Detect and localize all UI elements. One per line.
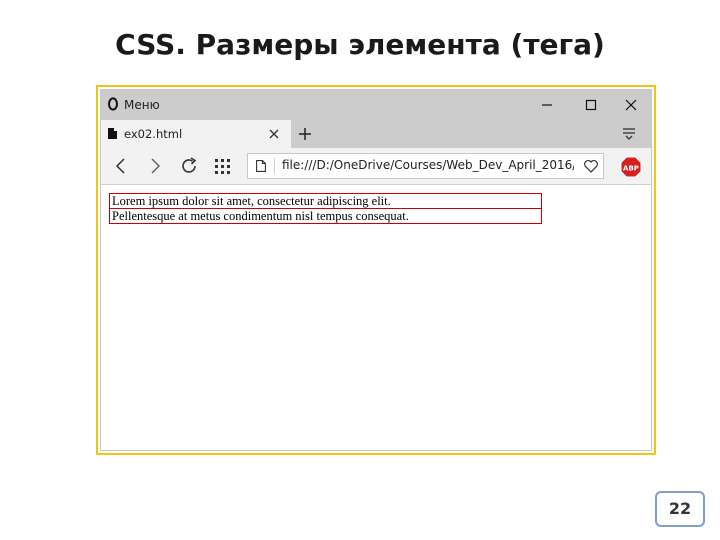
title-bar: Меню [101, 90, 651, 120]
page-content: Lorem ipsum dolor sit amet, consectetur … [101, 185, 651, 450]
address-separator [274, 158, 275, 174]
chevron-right-icon[interactable] [145, 156, 165, 176]
chevron-left-icon[interactable] [111, 156, 131, 176]
minimize-icon [542, 104, 552, 106]
browser-screenshot-frame: Меню ex02.html file:///D:/OneDrive/Cours… [96, 85, 656, 455]
close-window-button[interactable] [609, 90, 651, 120]
plus-icon[interactable] [297, 126, 313, 142]
browser-window: Меню ex02.html file:///D:/OneDrive/Cours… [100, 89, 652, 451]
paragraph-1: Lorem ipsum dolor sit amet, consectetur … [109, 193, 542, 209]
opera-logo-icon[interactable] [108, 97, 118, 111]
address-url[interactable]: file:///D:/OneDrive/Courses/Web_Dev_Apri… [282, 158, 574, 172]
tab-ex02[interactable]: ex02.html [101, 120, 291, 148]
paragraph-2: Pellentesque at metus condimentum nisl t… [109, 208, 542, 224]
minimize-button[interactable] [525, 90, 569, 120]
file-icon [108, 128, 117, 139]
page-icon[interactable] [256, 160, 266, 172]
menu-button[interactable]: Меню [124, 98, 160, 112]
tab-close-icon[interactable] [267, 127, 281, 141]
maximize-icon [585, 99, 597, 111]
tab-bar: ex02.html [101, 120, 651, 148]
tab-title: ex02.html [124, 127, 183, 141]
maximize-button[interactable] [569, 90, 613, 120]
close-icon [625, 99, 637, 111]
reload-icon[interactable] [179, 156, 199, 176]
navigation-toolbar: file:///D:/OneDrive/Courses/Web_Dev_Apri… [101, 148, 651, 185]
grid-icon[interactable] [213, 156, 233, 176]
page-number: 22 [655, 491, 705, 527]
adblock-badge-text: ABP [623, 165, 639, 173]
tab-menu-icon[interactable] [621, 127, 637, 141]
slide-title: CSS. Размеры элемента (тега) [115, 28, 605, 61]
heart-icon[interactable] [583, 158, 599, 174]
address-bar[interactable]: file:///D:/OneDrive/Courses/Web_Dev_Apri… [247, 153, 604, 179]
adblock-icon[interactable]: ABP [620, 156, 642, 178]
